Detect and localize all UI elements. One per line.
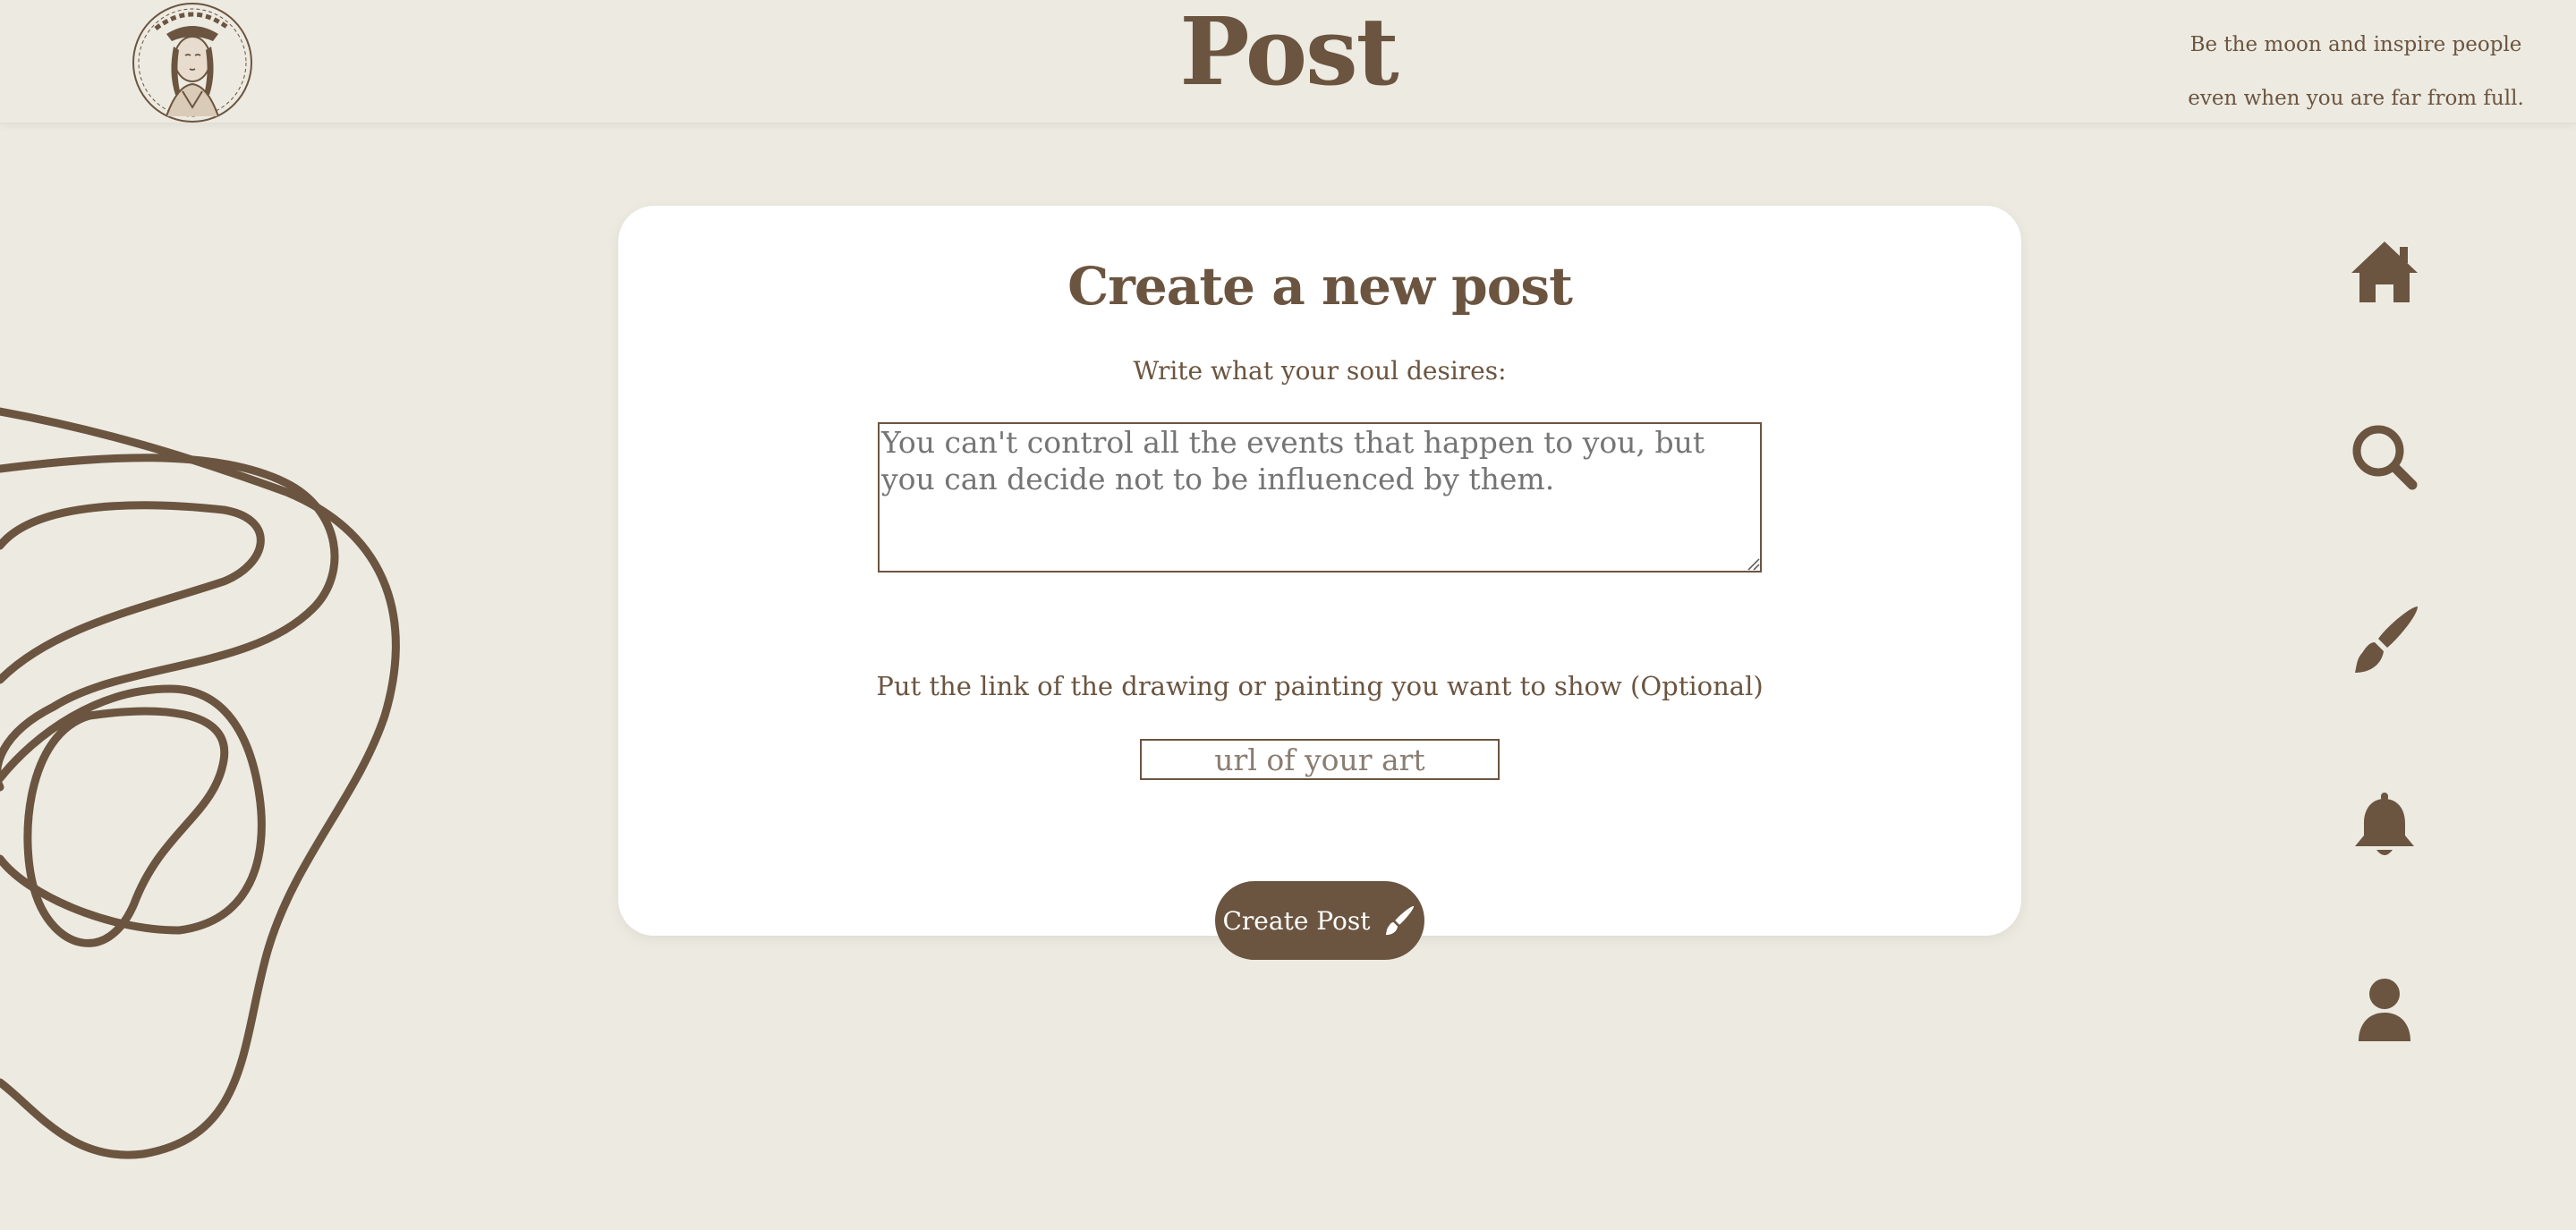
nav-profile[interactable] xyxy=(2344,970,2425,1050)
brand-title: Post xyxy=(1179,0,1399,106)
art-link-label: Put the link of the drawing or painting … xyxy=(876,671,1764,701)
woman-portrait-logo-icon xyxy=(132,3,252,123)
resize-grip-icon[interactable] xyxy=(1746,556,1760,571)
create-post-card: Create a new post Write what your soul d… xyxy=(618,206,2021,936)
nav-home[interactable] xyxy=(2344,233,2425,313)
nav-create[interactable] xyxy=(2344,601,2425,682)
nav-search[interactable] xyxy=(2344,417,2425,497)
decorative-contour-lines xyxy=(0,407,400,1159)
bell-icon xyxy=(2355,793,2414,855)
right-nav xyxy=(2344,0,2425,1230)
create-post-button[interactable]: Create Post xyxy=(1215,881,1424,960)
logo[interactable] xyxy=(131,2,254,123)
post-text-field[interactable] xyxy=(878,422,1762,573)
art-url-input[interactable] xyxy=(1140,739,1500,780)
home-icon xyxy=(2351,242,2418,302)
paintbrush-icon xyxy=(2355,607,2418,673)
user-icon xyxy=(2359,979,2410,1041)
paintbrush-icon xyxy=(1386,905,1415,936)
create-post-label: Create Post xyxy=(1222,905,1371,936)
search-icon xyxy=(2352,425,2418,490)
page-title: Create a new post xyxy=(1067,256,1573,317)
top-header: Post Be the moon and inspire people even… xyxy=(0,0,2576,123)
nav-notifications[interactable] xyxy=(2344,785,2425,866)
post-text-label: Write what your soul desires: xyxy=(1133,356,1507,386)
